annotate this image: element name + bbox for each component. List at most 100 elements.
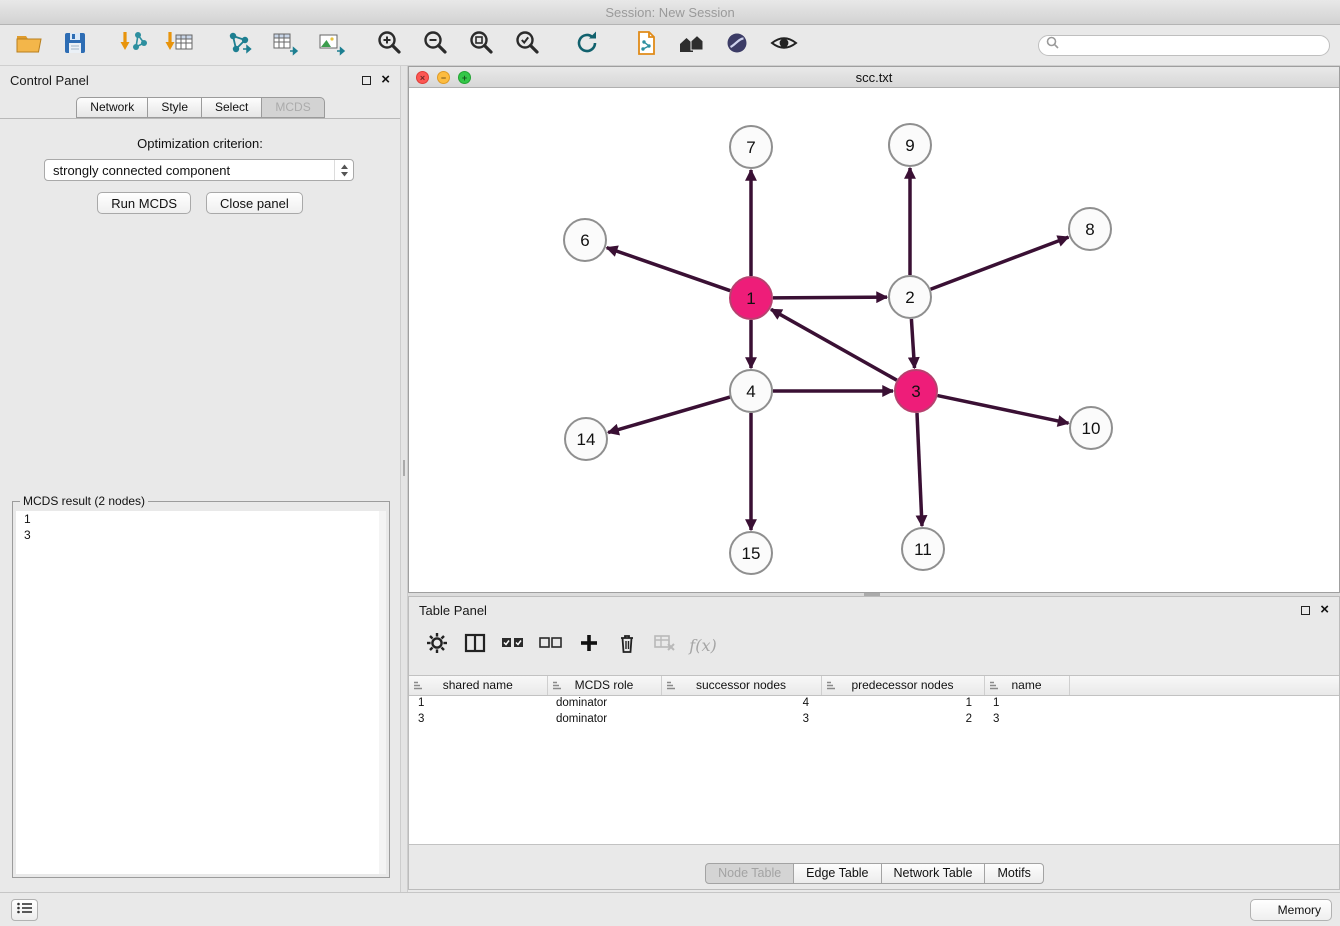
new-network-button[interactable]	[220, 28, 258, 62]
tab-network[interactable]: Network	[76, 97, 148, 118]
refresh-button[interactable]	[568, 28, 606, 62]
home-neighbors-button[interactable]	[673, 28, 711, 62]
save-session-button[interactable]	[56, 28, 94, 62]
task-history-button[interactable]	[11, 899, 38, 921]
vertical-splitter[interactable]	[400, 66, 408, 892]
node-table-container: shared name MCDS role successor nodes pr…	[409, 675, 1339, 845]
network-edge-3-11[interactable]	[917, 413, 922, 526]
table-cell-shared-name[interactable]: 1	[409, 695, 547, 711]
style-button[interactable]	[719, 28, 757, 62]
import-network-button[interactable]	[115, 28, 153, 62]
delete-column-button[interactable]	[613, 631, 641, 659]
zoom-out-button[interactable]	[417, 28, 455, 62]
mcds-result-item[interactable]: 1	[16, 511, 379, 527]
search-box[interactable]	[1038, 35, 1330, 56]
optimization-criterion-label: Optimization criterion:	[0, 136, 400, 151]
close-panel-icon[interactable]: ×	[381, 73, 390, 87]
network-window-titlebar[interactable]: × − + scc.txt	[409, 67, 1339, 88]
criterion-dropdown[interactable]: strongly connected component	[44, 159, 354, 181]
column-header-name[interactable]: name	[984, 676, 1069, 695]
table-cell-predecessor-nodes[interactable]: 2	[821, 711, 984, 727]
network-node-14[interactable]: 14	[565, 418, 607, 460]
table-row[interactable]: 1dominator411	[409, 695, 1339, 711]
table-cell-shared-name[interactable]: 3	[409, 711, 547, 727]
network-node-3[interactable]: 3	[895, 370, 937, 412]
tab-node-table[interactable]: Node Table	[705, 863, 794, 884]
float-panel-icon[interactable]	[362, 76, 371, 85]
table-cell-name[interactable]: 1	[984, 695, 1069, 711]
column-tree-icon	[552, 680, 563, 694]
tab-motifs[interactable]: Motifs	[984, 863, 1043, 884]
mcds-result-list[interactable]: 13	[16, 511, 386, 874]
deselect-all-rows-button[interactable]	[537, 631, 565, 659]
select-all-rows-button[interactable]	[499, 631, 527, 659]
table-cell-mcds-role[interactable]: dominator	[547, 711, 661, 727]
network-node-15[interactable]: 15	[730, 532, 772, 574]
network-edge-2-3[interactable]	[911, 319, 914, 368]
zoom-in-button[interactable]	[371, 28, 409, 62]
network-edge-1-2[interactable]	[773, 297, 887, 298]
network-node-7[interactable]: 7	[730, 126, 772, 168]
table-row[interactable]: 3dominator323	[409, 711, 1339, 727]
maximize-window-button[interactable]: +	[458, 71, 471, 84]
network-node-6[interactable]: 6	[564, 219, 606, 261]
network-edge-3-1[interactable]	[771, 309, 897, 380]
tab-mcds[interactable]: MCDS	[261, 97, 324, 118]
titlebar[interactable]: Session: New Session	[0, 0, 1340, 25]
column-header-mcds-role[interactable]: MCDS role	[547, 676, 661, 695]
network-node-10[interactable]: 10	[1070, 407, 1112, 449]
table-cell-successor-nodes[interactable]: 4	[661, 695, 821, 711]
svg-text:6: 6	[580, 231, 589, 250]
zoom-fit-icon	[467, 28, 497, 63]
show-columns-button[interactable]	[461, 631, 489, 659]
network-node-8[interactable]: 8	[1069, 208, 1111, 250]
network-edge-2-8[interactable]	[931, 237, 1069, 289]
close-panel-button[interactable]: Close panel	[206, 192, 303, 214]
mcds-result-item[interactable]: 3	[16, 527, 379, 543]
column-header-shared-name[interactable]: shared name	[409, 676, 547, 695]
search-input[interactable]	[1064, 38, 1322, 52]
export-table-button[interactable]	[266, 28, 304, 62]
tab-select[interactable]: Select	[201, 97, 262, 118]
network-edge-4-14[interactable]	[608, 397, 730, 433]
close-window-button[interactable]: ×	[416, 71, 429, 84]
network-node-11[interactable]: 11	[902, 528, 944, 570]
column-header-successor-nodes[interactable]: successor nodes	[661, 676, 821, 695]
delete-table-button[interactable]	[651, 631, 679, 659]
network-edge-3-10[interactable]	[938, 396, 1069, 424]
add-column-button[interactable]	[575, 631, 603, 659]
run-mcds-button[interactable]: Run MCDS	[97, 192, 191, 214]
network-graph[interactable]: 7 9 6 8 1 2 4 3 14 10 15 11	[409, 88, 1339, 592]
network-edge-1-6[interactable]	[607, 248, 731, 291]
zoom-selected-button[interactable]	[509, 28, 547, 62]
network-node-1[interactable]: 1	[730, 277, 772, 319]
table-cell-successor-nodes[interactable]: 3	[661, 711, 821, 727]
tab-style[interactable]: Style	[147, 97, 202, 118]
gear-icon	[425, 631, 449, 660]
zoom-out-icon	[421, 28, 451, 63]
network-node-4[interactable]: 4	[730, 370, 772, 412]
column-tree-icon	[989, 680, 1000, 694]
memory-button[interactable]: Memory	[1250, 899, 1332, 921]
minimize-window-button[interactable]: −	[437, 71, 450, 84]
show-hide-button[interactable]	[765, 28, 803, 62]
function-builder-button[interactable]: f(x)	[689, 631, 717, 659]
column-header-predecessor-nodes[interactable]: predecessor nodes	[821, 676, 984, 695]
zoom-fit-button[interactable]	[463, 28, 501, 62]
network-node-9[interactable]: 9	[889, 124, 931, 166]
close-panel-icon[interactable]: ×	[1320, 603, 1329, 617]
copy-document-button[interactable]	[627, 28, 665, 62]
network-canvas[interactable]: 7 9 6 8 1 2 4 3 14 10 15 11	[409, 88, 1339, 592]
tab-edge-table[interactable]: Edge Table	[793, 863, 881, 884]
control-panel-title: Control Panel	[10, 73, 89, 88]
tab-network-table[interactable]: Network Table	[881, 863, 986, 884]
float-panel-icon[interactable]	[1301, 606, 1310, 615]
table-cell-predecessor-nodes[interactable]: 1	[821, 695, 984, 711]
table-cell-name[interactable]: 3	[984, 711, 1069, 727]
table-settings-button[interactable]	[423, 631, 451, 659]
export-image-button[interactable]	[312, 28, 350, 62]
import-table-button[interactable]	[161, 28, 199, 62]
open-session-button[interactable]	[10, 28, 48, 62]
table-cell-mcds-role[interactable]: dominator	[547, 695, 661, 711]
network-node-2[interactable]: 2	[889, 276, 931, 318]
